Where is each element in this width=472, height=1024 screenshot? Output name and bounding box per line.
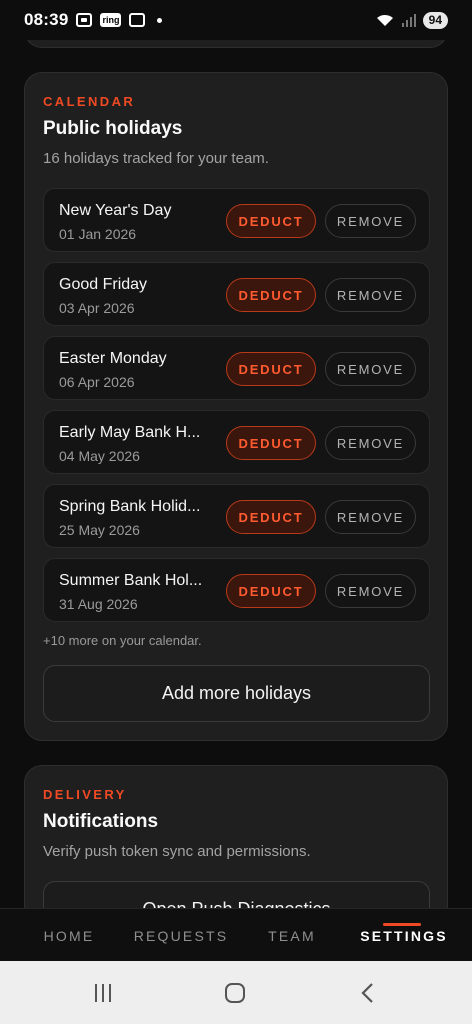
holiday-row: New Year's Day 01 Jan 2026 DEDUCT REMOVE xyxy=(43,188,430,252)
holiday-row: Summer Bank Hol... 31 Aug 2026 DEDUCT RE… xyxy=(43,558,430,622)
holiday-row: Early May Bank H... 04 May 2026 DEDUCT R… xyxy=(43,410,430,474)
deduct-button[interactable]: DEDUCT xyxy=(226,574,316,608)
deduct-button[interactable]: DEDUCT xyxy=(226,278,316,312)
tab-requests[interactable]: REQUESTS xyxy=(131,909,231,962)
notifications-subtitle: Verify push token sync and permissions. xyxy=(43,843,311,860)
screenshot-icon xyxy=(76,13,93,27)
deduct-button[interactable]: DEDUCT xyxy=(226,500,316,534)
deduct-button[interactable]: DEDUCT xyxy=(226,426,316,460)
holiday-row: Easter Monday 06 Apr 2026 DEDUCT REMOVE xyxy=(43,336,430,400)
battery-icon: 94 xyxy=(422,11,448,29)
remove-button[interactable]: REMOVE xyxy=(325,278,416,312)
recents-icon[interactable] xyxy=(88,979,118,1007)
wifi-icon xyxy=(376,14,393,26)
system-nav-bar xyxy=(0,961,472,1024)
holiday-row: Spring Bank Holid... 25 May 2026 DEDUCT … xyxy=(43,484,430,548)
calendar-title: Public holidays xyxy=(43,118,183,139)
holiday-name: New Year's Day xyxy=(59,202,172,219)
holiday-name: Easter Monday xyxy=(59,350,167,367)
holiday-name: Spring Bank Holid... xyxy=(59,498,201,515)
tab-team[interactable]: TEAM xyxy=(258,909,326,962)
remove-button[interactable]: REMOVE xyxy=(325,574,416,608)
back-icon[interactable] xyxy=(355,979,381,1007)
deduct-button[interactable]: DEDUCT xyxy=(226,204,316,238)
holiday-date: 03 Apr 2026 xyxy=(59,300,135,316)
scan-icon xyxy=(129,13,146,27)
holiday-date: 04 May 2026 xyxy=(59,448,140,464)
holiday-name: Good Friday xyxy=(59,276,148,293)
remove-button[interactable]: REMOVE xyxy=(325,204,416,238)
holiday-date: 31 Aug 2026 xyxy=(59,596,138,612)
signal-icon xyxy=(401,14,416,27)
delivery-eyebrow: DELIVERY xyxy=(43,787,127,802)
remove-button[interactable]: REMOVE xyxy=(325,352,416,386)
status-time: 08:39 xyxy=(24,10,69,29)
ring-app-icon: ring xyxy=(100,13,122,27)
add-more-holidays-button[interactable]: Add more holidays xyxy=(43,665,430,722)
deduct-button[interactable]: DEDUCT xyxy=(226,352,316,386)
calendar-eyebrow: CALENDAR xyxy=(43,94,136,109)
remove-button[interactable]: REMOVE xyxy=(325,426,416,460)
notification-dot-icon xyxy=(157,17,163,23)
status-bar: 08:39 ring 94 xyxy=(0,0,472,40)
home-icon[interactable] xyxy=(222,979,248,1007)
calendar-card: CALENDAR Public holidays 16 holidays tra… xyxy=(24,72,448,741)
notifications-title: Notifications xyxy=(43,811,159,832)
status-left: 08:39 ring xyxy=(24,10,163,30)
tab-settings[interactable]: SETTINGS xyxy=(356,909,452,962)
holiday-date: 06 Apr 2026 xyxy=(59,374,135,390)
calendar-subtitle: 16 holidays tracked for your team. xyxy=(43,150,269,167)
holiday-date: 25 May 2026 xyxy=(59,522,140,538)
holiday-name: Summer Bank Hol... xyxy=(59,572,203,589)
bottom-nav: HOME REQUESTS TEAM SETTINGS xyxy=(0,908,472,961)
tab-home[interactable]: HOME xyxy=(34,909,104,962)
holiday-name: Early May Bank H... xyxy=(59,424,201,441)
more-holidays-note: +10 more on your calendar. xyxy=(43,633,202,648)
holiday-row: Good Friday 03 Apr 2026 DEDUCT REMOVE xyxy=(43,262,430,326)
remove-button[interactable]: REMOVE xyxy=(325,500,416,534)
status-right: 94 xyxy=(375,11,448,29)
holiday-date: 01 Jan 2026 xyxy=(59,226,137,242)
